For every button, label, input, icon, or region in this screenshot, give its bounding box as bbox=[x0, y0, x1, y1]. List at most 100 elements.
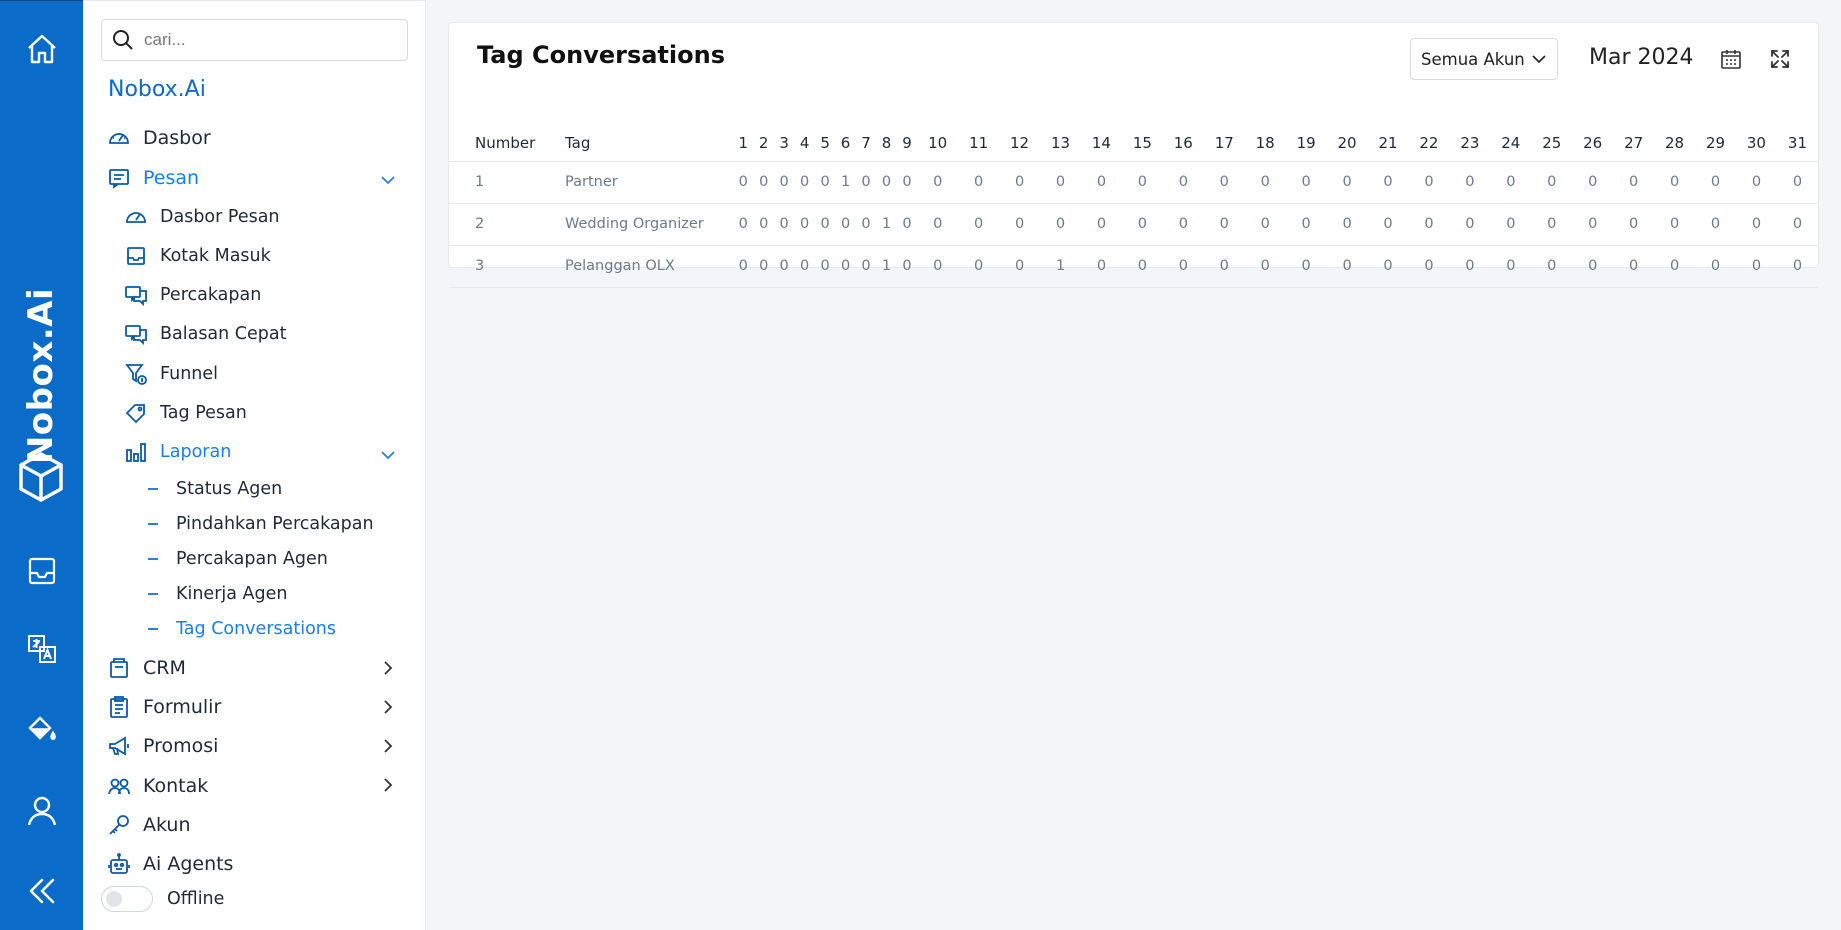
col-day-header: 5 bbox=[814, 125, 836, 162]
menu-akun[interactable]: Akun bbox=[106, 812, 191, 838]
account-filter-select[interactable]: Semua Akun bbox=[1410, 38, 1558, 80]
cell-day-count: 0 bbox=[1776, 245, 1818, 288]
menu-laporan[interactable]: Laporan bbox=[123, 439, 231, 465]
col-day-header: 17 bbox=[1203, 125, 1245, 162]
search-box[interactable] bbox=[101, 19, 408, 61]
cell-day-count: 0 bbox=[1203, 203, 1245, 246]
cell-day-count: 0 bbox=[1572, 203, 1614, 246]
menu-tag-conversations[interactable]: Tag Conversations bbox=[148, 619, 336, 639]
menu-kotak-masuk[interactable]: Kotak Masuk bbox=[123, 243, 271, 269]
cell-day-count: 0 bbox=[1449, 161, 1491, 204]
cell-day-count: 0 bbox=[896, 203, 918, 246]
menu-crm[interactable]: CRM bbox=[106, 655, 186, 681]
col-day-header: 8 bbox=[876, 125, 897, 162]
menu-promosi[interactable]: Promosi bbox=[106, 733, 218, 759]
menu-ai-agents[interactable]: Ai Agents bbox=[106, 851, 233, 877]
cell-day-count: 0 bbox=[1080, 161, 1122, 204]
cell-tag: Partner bbox=[561, 161, 733, 204]
menu-kinerja-agen[interactable]: Kinerja Agen bbox=[148, 584, 287, 604]
brand-vertical: Nobox.Ai bbox=[0, 271, 83, 511]
brand-text: Nobox.Ai bbox=[21, 287, 61, 465]
col-day-header: 13 bbox=[1040, 125, 1081, 162]
menu-dasbor-pesan[interactable]: Dasbor Pesan bbox=[123, 204, 280, 230]
cell-day-count: 0 bbox=[999, 203, 1041, 246]
cell-day-count: 0 bbox=[773, 161, 795, 204]
bar-chart-icon bbox=[123, 439, 149, 465]
cell-day-count: 0 bbox=[1572, 161, 1614, 204]
cell-day-count: 0 bbox=[1654, 203, 1696, 246]
cell-day-count: 0 bbox=[753, 245, 774, 288]
home-icon[interactable] bbox=[0, 19, 83, 79]
col-day-header: 18 bbox=[1244, 125, 1286, 162]
cell-day-count: 0 bbox=[733, 203, 754, 246]
cell-day-count: 0 bbox=[917, 161, 959, 204]
cell-day-count: 0 bbox=[835, 203, 856, 246]
menu-percakapan[interactable]: Percakapan bbox=[123, 282, 261, 308]
col-day-header: 29 bbox=[1695, 125, 1736, 162]
cell-day-count: 0 bbox=[958, 203, 1000, 246]
collapse-icon[interactable] bbox=[0, 861, 83, 921]
cell-day-count: 0 bbox=[1121, 245, 1163, 288]
expand-icon[interactable] bbox=[1768, 47, 1792, 71]
chevron-down-icon bbox=[1532, 55, 1546, 64]
chevron-right-icon[interactable] bbox=[379, 737, 397, 755]
cell-day-count: 0 bbox=[917, 203, 959, 246]
menu-balasan-cepat[interactable]: Balasan Cepat bbox=[123, 321, 287, 347]
cell-day-count: 0 bbox=[1654, 161, 1696, 204]
chevron-down-icon[interactable] bbox=[379, 171, 397, 189]
menu-formulir[interactable]: Formulir bbox=[106, 694, 221, 720]
cell-day-count: 0 bbox=[1490, 161, 1532, 204]
cell-day-count: 0 bbox=[958, 161, 1000, 204]
cell-day-count: 0 bbox=[1531, 245, 1573, 288]
cell-day-count: 0 bbox=[814, 203, 836, 246]
chevron-right-icon[interactable] bbox=[379, 776, 397, 794]
crm-icon bbox=[106, 655, 132, 681]
cell-day-count: 0 bbox=[1367, 161, 1409, 204]
menu-status-agen[interactable]: Status Agen bbox=[148, 479, 282, 499]
cell-day-count: 0 bbox=[1408, 203, 1450, 246]
dash-marker bbox=[148, 488, 158, 490]
chevron-down-icon[interactable] bbox=[379, 446, 397, 464]
brand-logo-icon bbox=[19, 452, 63, 502]
cell-day-count: 0 bbox=[1613, 245, 1655, 288]
clipboard-icon bbox=[106, 694, 132, 720]
online-toggle[interactable] bbox=[101, 886, 153, 912]
chevron-right-icon[interactable] bbox=[379, 698, 397, 716]
cell-day-count: 0 bbox=[733, 245, 754, 288]
col-day-header: 11 bbox=[958, 125, 1000, 162]
dash-marker bbox=[148, 593, 158, 595]
menu-kontak[interactable]: Kontak bbox=[106, 773, 208, 799]
menu-tag-pesan[interactable]: Tag Pesan bbox=[123, 400, 247, 426]
gauge-icon bbox=[123, 204, 149, 230]
table-row: 3 Pelanggan OLX 0 0 0 0 0 0 0 1 0 0 0 0 1 0 0 0 0 0 0 0 0 0 0 0 0 0… bbox=[449, 245, 1818, 288]
cell-day-count: 0 bbox=[999, 161, 1041, 204]
menu-dasbor[interactable]: Dasbor bbox=[106, 125, 211, 151]
cell-day-count: 0 bbox=[1285, 203, 1327, 246]
menu-funnel[interactable]: Funnel bbox=[123, 361, 218, 387]
col-day-header: 23 bbox=[1449, 125, 1491, 162]
menu-pindahkan-percakapan[interactable]: Pindahkan Percakapan bbox=[148, 514, 374, 534]
tag-conversations-card: Tag Conversations Semua Akun Mar 2024 Nu… bbox=[448, 22, 1819, 288]
cell-day-count: 1 bbox=[1040, 245, 1081, 288]
cell-day-count: 0 bbox=[1203, 245, 1245, 288]
robot-icon bbox=[106, 851, 132, 877]
inbox-icon[interactable] bbox=[0, 541, 83, 601]
translate-icon[interactable] bbox=[0, 619, 83, 679]
col-number-header: Number bbox=[449, 125, 561, 162]
cell-day-count: 0 bbox=[1367, 245, 1409, 288]
cell-day-count: 0 bbox=[794, 245, 815, 288]
cell-day-count: 0 bbox=[1735, 161, 1777, 204]
calendar-icon[interactable] bbox=[1719, 47, 1743, 71]
paint-bucket-icon[interactable] bbox=[0, 698, 83, 758]
dash-marker bbox=[148, 558, 158, 560]
menu-percakapan-agen[interactable]: Percakapan Agen bbox=[148, 549, 328, 569]
chevron-right-icon[interactable] bbox=[379, 659, 397, 677]
tag-conversations-table: Number Tag 1 2 3 4 5 6 7 8 9 10 11 12 13 14 15 16 17 18 19… bbox=[449, 125, 1818, 288]
cell-day-count: 1 bbox=[876, 245, 897, 288]
cell-day-count: 0 bbox=[1203, 161, 1245, 204]
cell-day-count: 0 bbox=[1695, 245, 1736, 288]
cell-day-count: 0 bbox=[794, 203, 815, 246]
menu-pesan[interactable]: Pesan bbox=[106, 165, 199, 191]
user-icon[interactable] bbox=[0, 781, 83, 841]
search-input[interactable] bbox=[144, 30, 384, 50]
